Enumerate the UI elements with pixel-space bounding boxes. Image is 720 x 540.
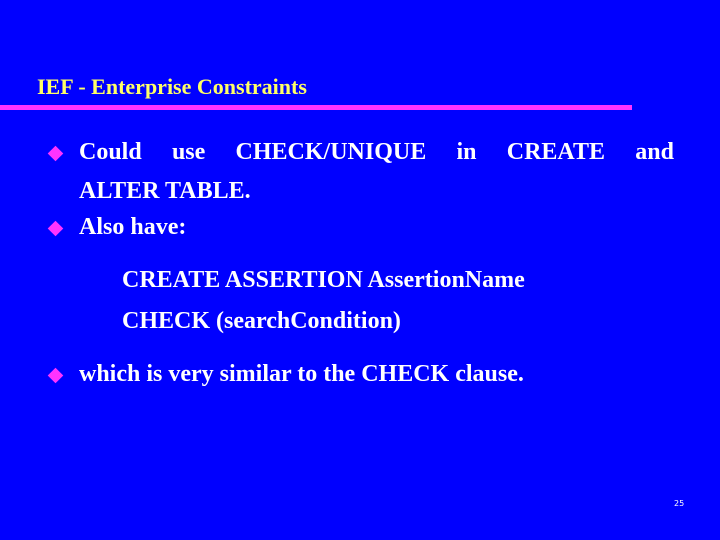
- word: in: [456, 139, 477, 165]
- page-number: 25: [674, 499, 685, 508]
- bullet-1-line-2: ALTER TABLE.: [79, 178, 251, 204]
- diamond-bullet-icon: [47, 220, 64, 237]
- word: use: [171, 139, 206, 165]
- word: Could: [79, 139, 142, 165]
- code-line-1: CREATE ASSERTION AssertionName: [122, 267, 525, 293]
- word: and: [635, 139, 674, 165]
- diamond-bullet-icon: [47, 367, 64, 384]
- code-line-2: CHECK (searchCondition): [122, 308, 401, 334]
- bullet-1-line-1: Could use CHECK/UNIQUE in CREATE and: [79, 139, 674, 166]
- slide-title: IEF - Enterprise Constraints: [37, 74, 307, 99]
- bullet-2: Also have:: [79, 214, 187, 240]
- word: CHECK/UNIQUE: [235, 139, 427, 165]
- bullet-3: which is very similar to the CHECK claus…: [79, 361, 524, 387]
- title-underline: [0, 105, 632, 110]
- word: CREATE: [506, 139, 605, 165]
- diamond-bullet-icon: [47, 145, 64, 162]
